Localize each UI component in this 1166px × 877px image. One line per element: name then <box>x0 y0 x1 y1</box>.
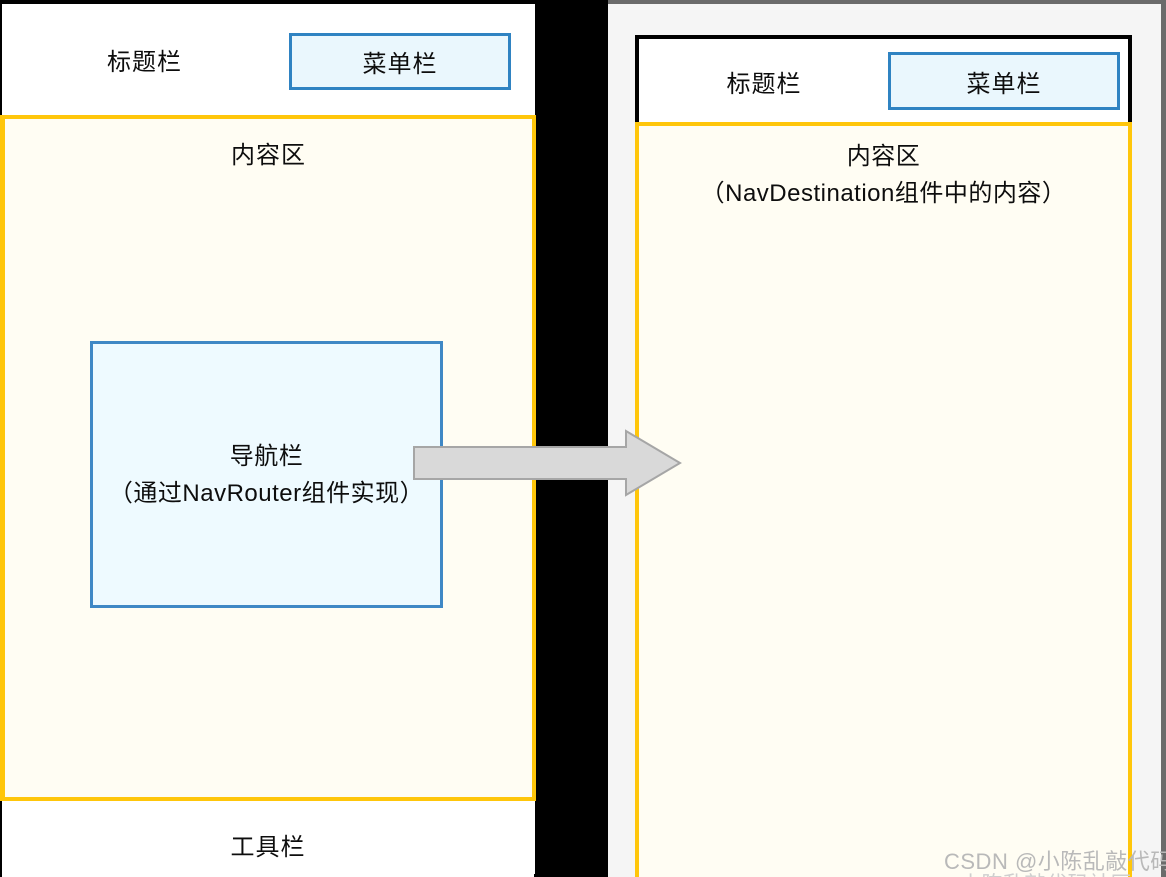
diagram-canvas: 标题栏 菜单栏 内容区 导航栏 （通过NavRouter组件实现） 小陈乱敲代码… <box>0 0 1166 877</box>
navigation-bar-label-line1: 导航栏 <box>229 442 304 470</box>
left-menu-bar[interactable]: 菜单栏 <box>289 33 511 90</box>
left-content-area: 内容区 导航栏 （通过NavRouter组件实现） <box>0 115 536 801</box>
panel-divider <box>538 0 608 877</box>
navigation-bar-label-line2: （通过NavRouter组件实现） <box>108 479 425 507</box>
right-content-label-line1: 内容区 <box>846 143 921 170</box>
right-content-label-line2: （NavDestination组件中的内容） <box>700 180 1067 207</box>
right-title-bar-label: 标题栏 <box>726 70 802 98</box>
right-menu-bar-label: 菜单栏 <box>966 70 1042 98</box>
after-navigation-panel: 标题栏 菜单栏 内容区 （NavDestination组件中的内容） <box>608 0 1166 877</box>
right-title-bar: 标题栏 菜单栏 <box>635 35 1132 127</box>
right-menu-bar[interactable]: 菜单栏 <box>888 52 1120 110</box>
left-content-area-label: 内容区 <box>231 142 306 169</box>
left-toolbar: 工具栏 <box>2 801 534 877</box>
left-menu-bar-label: 菜单栏 <box>362 51 438 78</box>
right-content-area-label: 内容区 （NavDestination组件中的内容） <box>639 138 1128 212</box>
left-title-bar-label: 标题栏 <box>107 48 182 76</box>
before-navigation-panel: 标题栏 菜单栏 内容区 导航栏 （通过NavRouter组件实现） 小陈乱敲代码… <box>0 0 538 877</box>
right-content-area: 内容区 （NavDestination组件中的内容） <box>635 122 1132 877</box>
left-title-bar: 标题栏 菜单栏 <box>2 4 534 114</box>
navigation-bar-box[interactable]: 导航栏 （通过NavRouter组件实现） <box>90 341 443 608</box>
left-toolbar-label: 工具栏 <box>230 833 306 861</box>
